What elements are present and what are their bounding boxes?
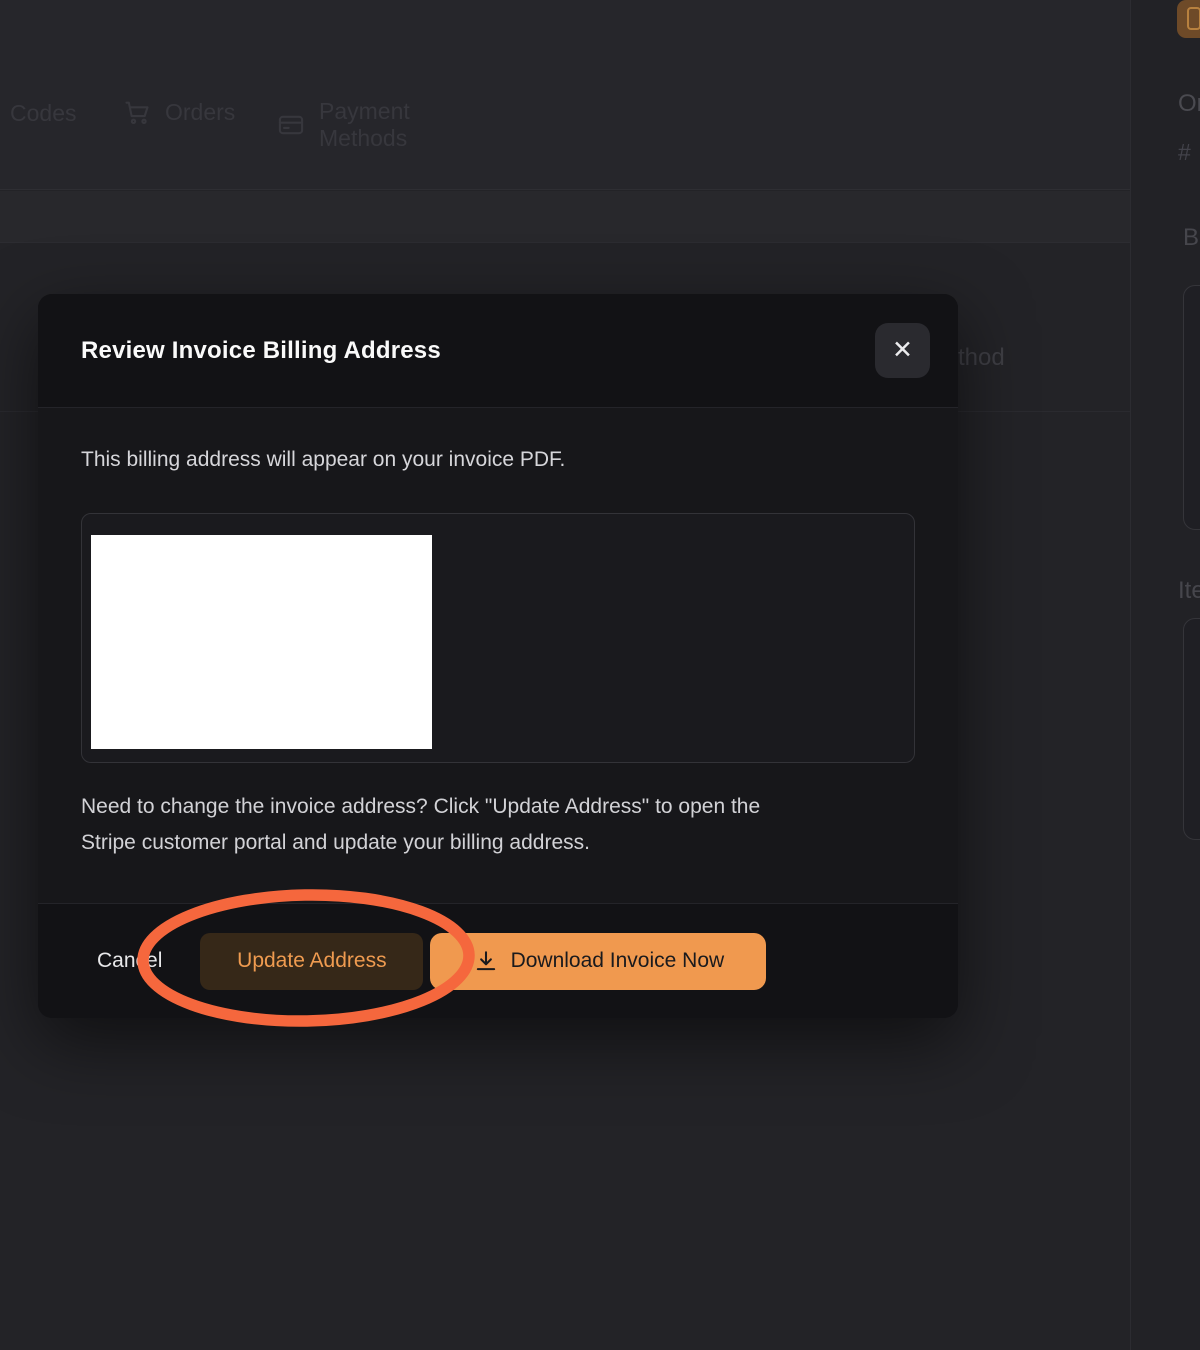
sidebar-download-button[interactable] (1177, 0, 1200, 38)
tab-codes[interactable]: Codes (10, 100, 76, 127)
tab-payment-methods-label: Payment Methods (319, 98, 410, 152)
background-section-heading-fragment: thod (958, 344, 1005, 372)
dialog-note-line1: Need to change the invoice address? Clic… (81, 789, 926, 825)
close-icon: ✕ (892, 338, 913, 363)
cart-icon (123, 98, 151, 126)
dialog-description: This billing address will appear on your… (81, 446, 565, 474)
billing-address-preview-box (81, 513, 915, 763)
sidebar-items-card (1183, 618, 1200, 840)
sidebar-order-heading: Or (1178, 90, 1200, 118)
background-tab-bar: Codes Orders (0, 0, 1130, 190)
dialog-header: Review Invoice Billing Address ✕ (38, 294, 958, 408)
sidebar-billing-heading: Bil (1183, 224, 1200, 252)
sidebar-items-heading: Ite (1178, 577, 1200, 605)
tab-orders-label: Orders (165, 99, 235, 126)
download-invoice-now-label: Download Invoice Now (511, 949, 725, 973)
redacted-billing-address (91, 535, 432, 749)
tab-orders[interactable]: Orders (123, 98, 235, 126)
tab-payment-methods[interactable]: Payment Methods (277, 98, 410, 152)
cancel-button[interactable]: Cancel (97, 949, 162, 973)
download-icon (473, 948, 499, 974)
review-invoice-billing-address-dialog: Review Invoice Billing Address ✕ This bi… (38, 294, 958, 1018)
dialog-note-line2: Stripe customer portal and update your b… (81, 825, 926, 861)
dialog-title: Review Invoice Billing Address (81, 337, 441, 365)
tab-codes-label: Codes (10, 100, 76, 127)
dialog-footer: Cancel Update Address Download Invoice N… (38, 903, 958, 1018)
dialog-note: Need to change the invoice address? Clic… (81, 789, 926, 861)
credit-card-icon (277, 111, 305, 139)
sidebar-billing-card (1183, 285, 1200, 530)
background-subheader-band (0, 191, 1130, 243)
close-button[interactable]: ✕ (875, 323, 930, 378)
sidebar-order-number: # (1178, 139, 1191, 166)
update-address-button[interactable]: Update Address (200, 933, 423, 990)
invoice-icon (1187, 7, 1200, 30)
download-invoice-now-button[interactable]: Download Invoice Now (430, 933, 766, 990)
billing-page: Codes Orders (0, 0, 1200, 1350)
